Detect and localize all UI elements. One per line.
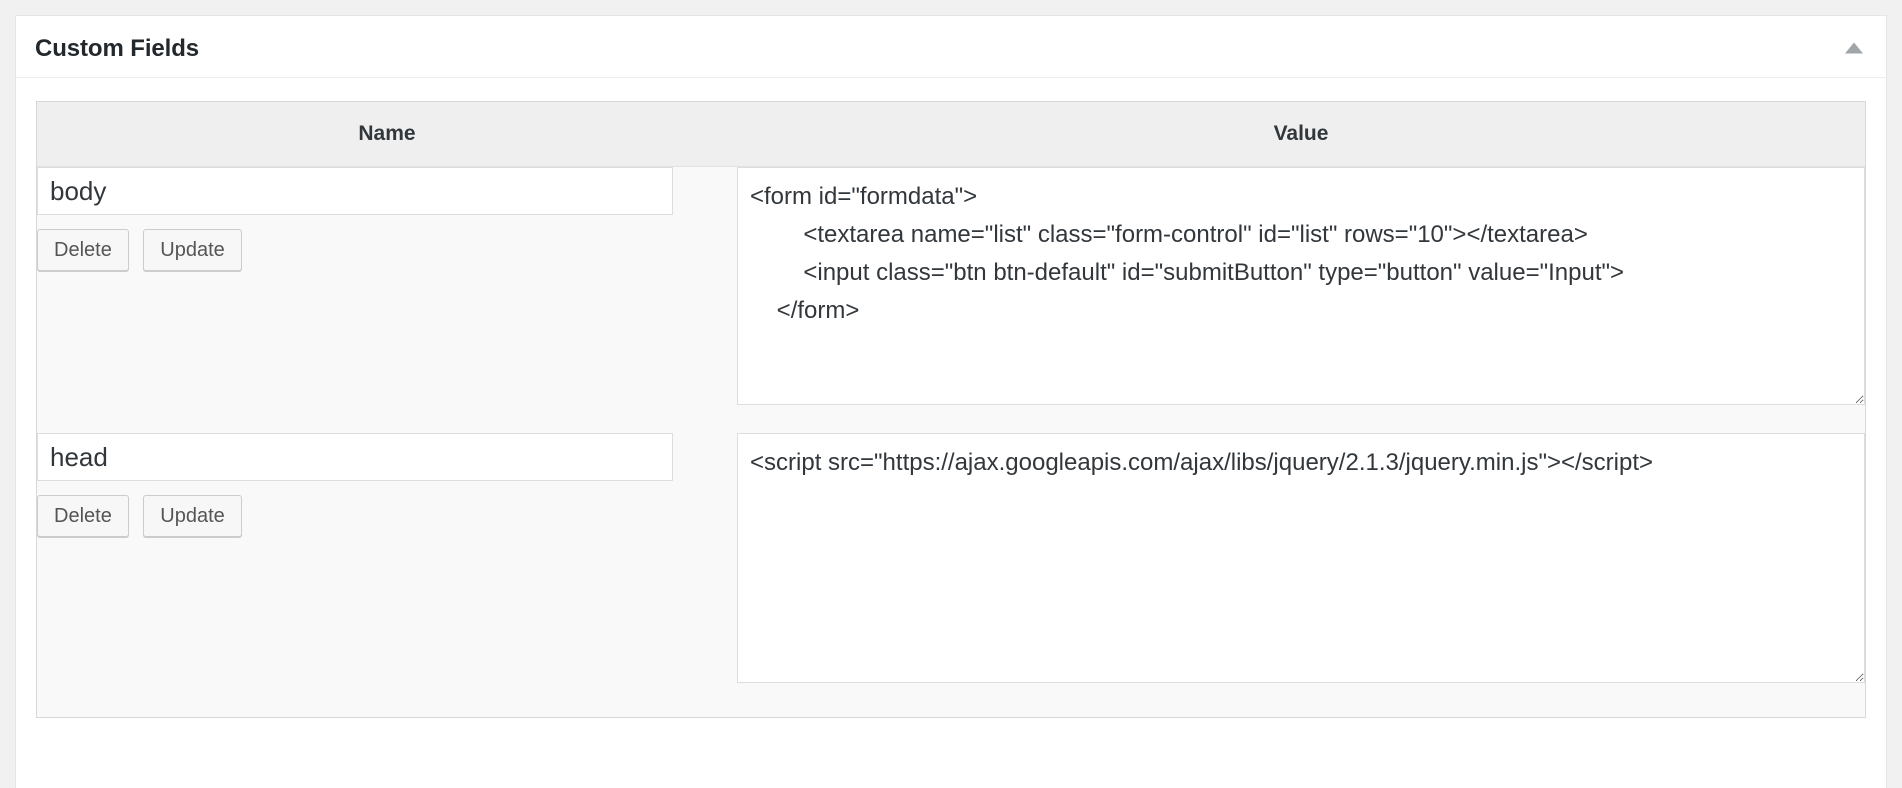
delete-button[interactable]: Delete xyxy=(37,495,129,537)
row-spacer-name xyxy=(37,405,737,433)
field-value-textarea-head[interactable]: <script src="https://ajax.googleapis.com… xyxy=(737,433,1865,683)
row-actions: Delete Update xyxy=(37,495,737,537)
update-button[interactable]: Update xyxy=(143,229,242,271)
delete-button[interactable]: Delete xyxy=(37,229,129,271)
row-bottom-name xyxy=(37,683,737,717)
field-name-input-head[interactable] xyxy=(37,433,673,481)
column-header-value: Value xyxy=(737,102,1865,167)
page-title: Custom Fields xyxy=(35,35,200,62)
table-header-row: Name Value xyxy=(37,102,1865,167)
field-value-textarea-body[interactable]: <form id="formdata"> <textarea name="lis… xyxy=(737,167,1865,405)
custom-fields-panel: Custom Fields Name Value body Delete Upd… xyxy=(15,15,1887,788)
table-row: Delete Update <script src="https://ajax.… xyxy=(37,433,1865,683)
screen: Custom Fields Name Value body Delete Upd… xyxy=(0,0,1902,788)
row-spacer xyxy=(37,405,1865,433)
panel-body: Name Value Delete Update xyxy=(16,78,1886,742)
panel-header: Custom Fields xyxy=(16,16,1886,78)
update-button[interactable]: Update xyxy=(143,495,242,537)
value-cell: <form id="formdata"> <textarea name="lis… xyxy=(737,167,1865,405)
custom-fields-table: Name Value Delete Update xyxy=(36,101,1866,718)
caret-up-icon[interactable] xyxy=(1836,30,1872,66)
row-spacer-value xyxy=(737,405,1865,433)
caret-up-glyph xyxy=(1845,42,1863,54)
row-bottom-value xyxy=(737,683,1865,717)
row-actions: Delete Update xyxy=(37,229,737,271)
name-cell: Delete Update xyxy=(37,167,737,405)
value-cell: <script src="https://ajax.googleapis.com… xyxy=(737,433,1865,683)
field-name-input-body[interactable] xyxy=(37,167,673,215)
table-body: Delete Update <form id="formdata"> <text… xyxy=(37,167,1865,717)
column-header-name: Name xyxy=(37,102,737,167)
row-bottom-spacer xyxy=(37,683,1865,717)
table-row: Delete Update <form id="formdata"> <text… xyxy=(37,167,1865,405)
name-cell: Delete Update xyxy=(37,433,737,683)
